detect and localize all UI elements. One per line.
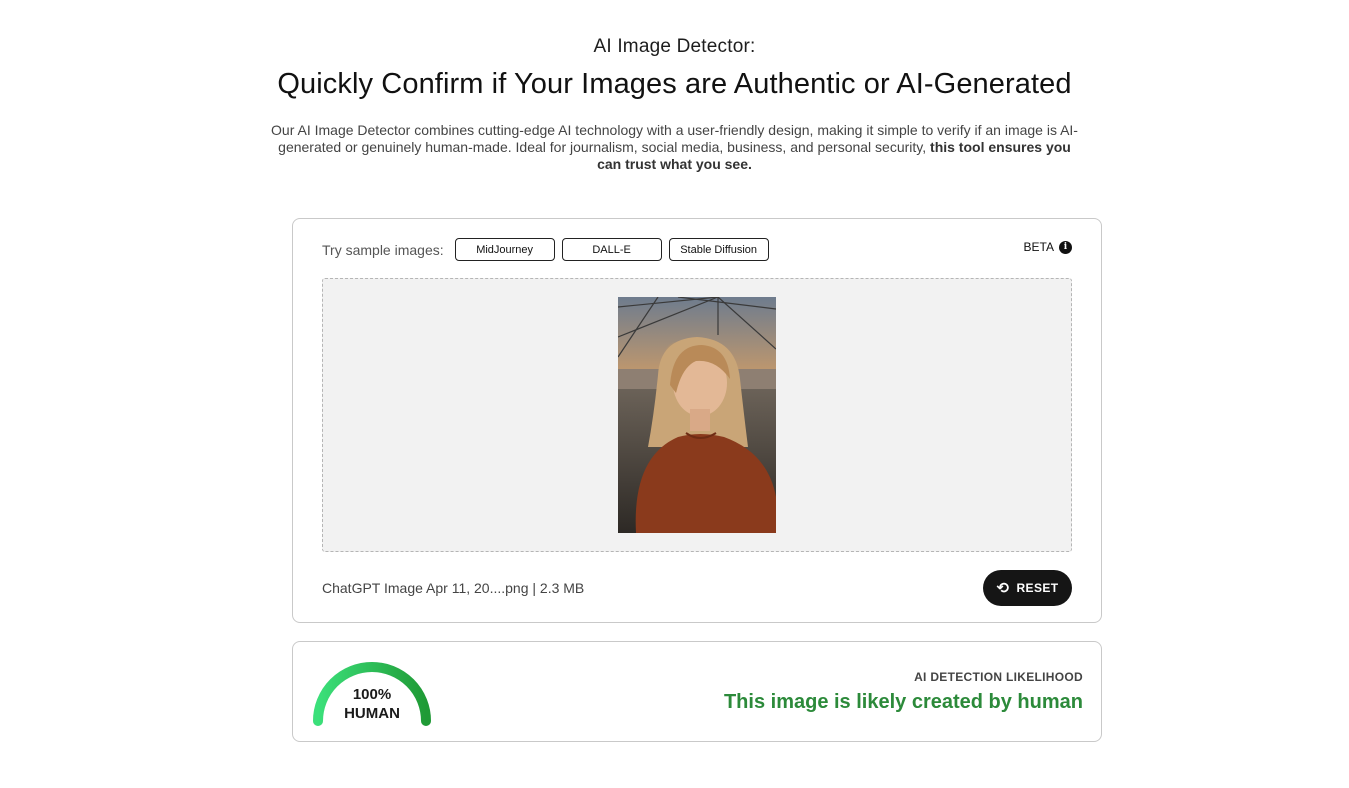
gauge-percent: 100% (352, 686, 392, 703)
page-eyebrow: AI Image Detector: (593, 36, 756, 57)
sample-dalle-button[interactable]: DALL-E (561, 238, 662, 261)
file-name: ChatGPT Image Apr 11, 20....png (322, 580, 529, 596)
gauge-label: HUMAN (344, 705, 400, 722)
image-dropzone[interactable] (322, 278, 1072, 552)
page-title: Quickly Confirm if Your Images are Authe… (277, 68, 1072, 100)
sample-images-row: Try sample images: MidJourney DALL-E Sta… (322, 238, 776, 261)
uploaded-image-preview (618, 297, 776, 533)
beta-label: BETA (1023, 240, 1054, 254)
result-card: 100% HUMAN AI DETECTION LIKELIHOOD This … (292, 641, 1102, 742)
sample-images-label: Try sample images: (322, 241, 444, 258)
file-separator: | (528, 580, 540, 596)
gauge-readout: 100% HUMAN (307, 685, 437, 723)
reset-button[interactable]: ⟲ RESET (983, 570, 1072, 606)
sample-stable-diffusion-button[interactable]: Stable Diffusion (668, 238, 769, 261)
reset-icon: ⟲ (996, 578, 1010, 597)
file-size: 2.3 MB (539, 580, 585, 596)
beta-badge: BETA i (1024, 240, 1072, 254)
reset-label: RESET (1016, 581, 1059, 595)
hero-section: AI Image Detector: Quickly Confirm if Yo… (0, 36, 1349, 173)
info-icon[interactable]: i (1059, 240, 1072, 254)
upload-card: Try sample images: MidJourney DALL-E Sta… (292, 218, 1102, 623)
page-description: Our AI Image Detector combines cutting-e… (265, 122, 1085, 173)
file-info: ChatGPT Image Apr 11, 20....png | 2.3 MB (322, 580, 584, 596)
portrait-photo-image (618, 297, 776, 533)
result-verdict: This image is likely created by human (723, 691, 1083, 713)
result-heading: AI DETECTION LIKELIHOOD (914, 670, 1083, 684)
sample-midjourney-button[interactable]: MidJourney (454, 238, 555, 261)
